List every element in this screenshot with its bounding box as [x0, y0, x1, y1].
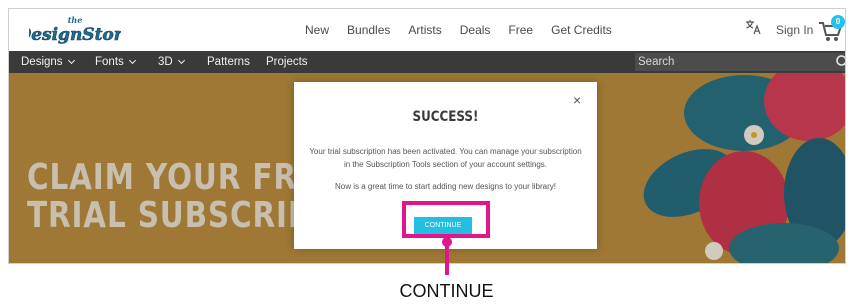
top-nav: New Bundles Artists Deals Free Get Credi…	[305, 9, 630, 51]
nav-get-credits[interactable]: Get Credits	[551, 23, 612, 37]
nav-bundles[interactable]: Bundles	[347, 23, 390, 37]
chevron-down-icon	[67, 56, 75, 65]
modal-message-library: Now is a great time to start adding new …	[335, 182, 556, 191]
navbar-item-label: Designs	[21, 56, 63, 68]
hero-headline: CLAIM YOUR FREE TRIAL SUBSCRIPT	[27, 159, 339, 235]
navbar-item-label: 3D	[158, 56, 173, 68]
hero-headline-line2: TRIAL SUBSCRIPT	[27, 195, 332, 236]
nav-deals[interactable]: Deals	[460, 23, 491, 37]
navbar-item-label: Fonts	[95, 56, 124, 68]
sign-in-link[interactable]: Sign In	[776, 23, 813, 37]
design-store-logo[interactable]: the DesignStore	[29, 14, 121, 46]
navbar-item-3d[interactable]: 3D	[158, 51, 185, 73]
nav-new[interactable]: New	[305, 23, 329, 37]
modal-message-activated: Your trial subscription has been activat…	[309, 147, 582, 169]
translate-icon[interactable]	[745, 19, 761, 35]
callout-pointer-line	[445, 242, 449, 275]
nav-artists[interactable]: Artists	[408, 23, 441, 37]
nav-free[interactable]: Free	[508, 23, 533, 37]
cart-count-badge: 0	[831, 15, 845, 29]
top-header: the DesignStore New Bundles Artists Deal…	[9, 9, 845, 51]
hero-headline-line1: CLAIM YOUR FREE	[27, 157, 339, 198]
chevron-down-icon	[128, 56, 136, 65]
continue-highlight-box	[402, 201, 490, 238]
navbar-item-designs[interactable]: Designs	[21, 51, 75, 73]
logo-the-text: the	[68, 15, 83, 25]
close-icon[interactable]: ×	[573, 92, 581, 108]
callout-label: CONTINUE	[399, 281, 494, 301]
modal-title: SUCCESS!	[412, 109, 479, 125]
navbar-item-projects[interactable]: Projects	[266, 51, 308, 73]
search-icon[interactable]	[835, 54, 846, 70]
category-navbar: Designs Fonts 3D Patterns Projects	[9, 51, 846, 73]
navbar-item-patterns[interactable]: Patterns	[207, 51, 250, 73]
logo-design-store-text: DesignStore	[29, 25, 121, 45]
navbar-item-fonts[interactable]: Fonts	[95, 51, 136, 73]
chevron-down-icon	[177, 56, 185, 65]
search-input[interactable]	[635, 53, 845, 71]
